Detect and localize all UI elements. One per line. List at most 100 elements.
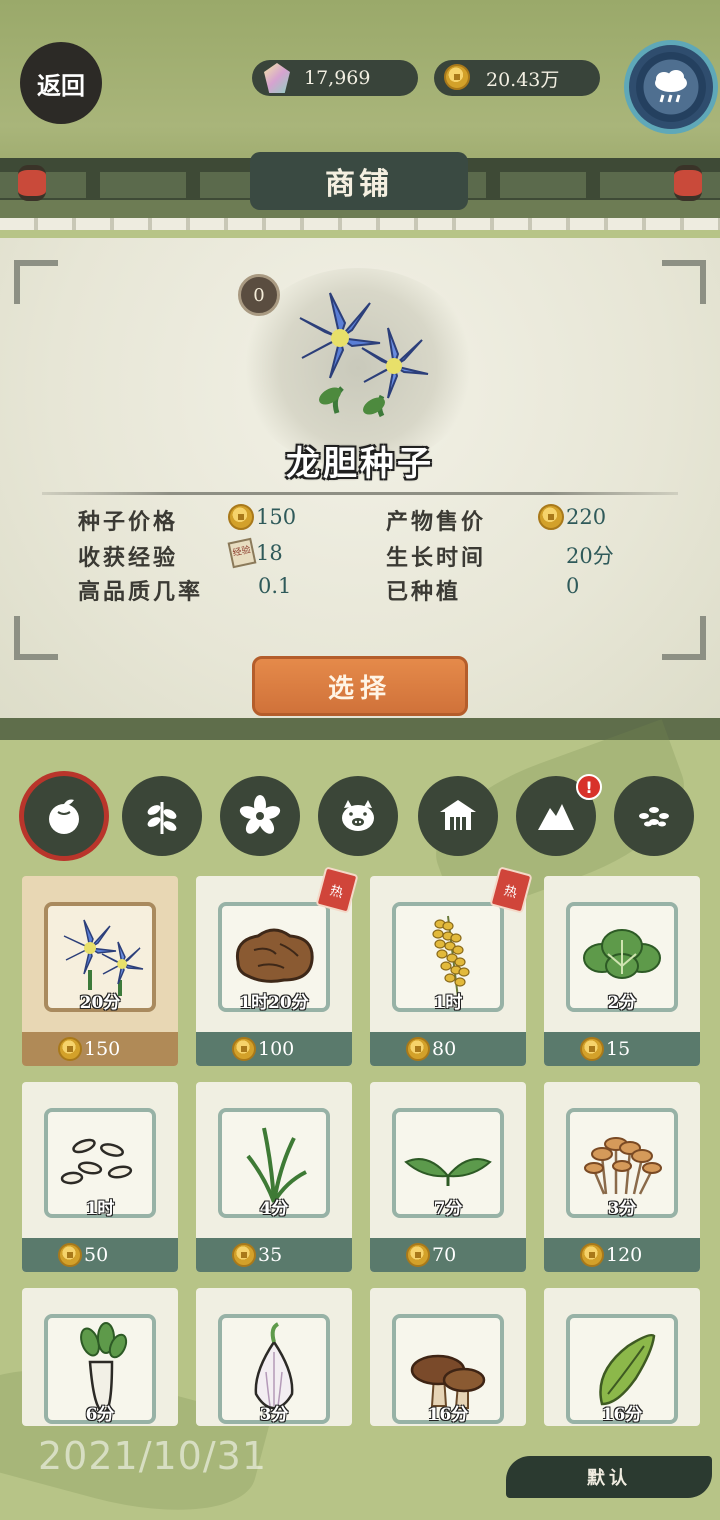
price-value: 15 — [606, 1038, 631, 1060]
sell-price-value: 220 — [566, 505, 607, 529]
white-radish-icon — [80, 1322, 128, 1412]
corner-ornament — [662, 260, 706, 304]
house-icon — [440, 800, 476, 830]
gem-icon — [264, 63, 290, 93]
tab-livestock[interactable] — [318, 776, 398, 856]
pea-pod-icon — [599, 1333, 656, 1406]
coin-count: 20.43万 — [486, 68, 560, 91]
coin-icon — [444, 64, 470, 90]
tab-seeds[interactable] — [614, 776, 694, 856]
coin-counter: 20.43万 — [434, 60, 600, 96]
weather-button[interactable] — [624, 40, 718, 134]
seed-price-value: 150 — [256, 505, 297, 529]
price-bar: 35 — [196, 1238, 352, 1272]
corner-ornament — [662, 616, 706, 660]
owned-count-badge: 0 — [238, 274, 280, 316]
fruit-icon — [49, 799, 79, 834]
price-bar: 15 — [544, 1032, 700, 1066]
stat-label-sell-price: 产物售价 — [386, 509, 487, 535]
pig-icon — [342, 800, 374, 831]
shop-item-card[interactable]: 7分 70 — [370, 1082, 526, 1272]
shop-item-card[interactable]: 16分 — [370, 1288, 526, 1426]
coin-icon — [58, 1243, 82, 1267]
coin-icon — [228, 504, 254, 530]
grow-time-label: 20分 — [79, 993, 121, 1013]
mountain-icon — [538, 804, 574, 830]
shop-item-card[interactable]: 3分 — [196, 1288, 352, 1426]
shop-item-card[interactable]: 2分 15 — [544, 876, 700, 1066]
enoki-mushrooms-icon — [584, 1137, 662, 1195]
page-title: 商铺 — [250, 152, 468, 210]
stat-value-seed-price: 150 — [228, 504, 296, 530]
gem-counter: 17,969 — [252, 60, 418, 96]
millet-icon — [432, 915, 470, 999]
price-value: 80 — [432, 1038, 457, 1060]
grass-sprout-icon — [246, 1127, 307, 1204]
coin-icon — [232, 1243, 256, 1267]
alert-badge: ! — [576, 774, 602, 800]
price-bar: 80 — [370, 1032, 526, 1066]
price-value: 100 — [258, 1038, 295, 1060]
gentian-flower-icon — [63, 919, 144, 996]
stat-label-seed-price: 种子价格 — [78, 509, 179, 535]
shop-item-card[interactable]: 6分 — [22, 1288, 178, 1426]
bok-choy-icon — [583, 929, 661, 979]
stat-label-quality-rate: 高品质几率 — [78, 579, 204, 605]
grow-time-label: 1时20分 — [239, 993, 309, 1013]
default-sort-button[interactable]: 默认 — [506, 1456, 712, 1498]
item-name: 龙胆种子 — [286, 444, 434, 484]
stat-label-planted: 已种植 — [386, 579, 462, 605]
herb-icon — [147, 802, 177, 834]
stat-value-sell-price: 220 — [538, 504, 606, 530]
lantern-left — [18, 165, 46, 201]
price-value: 70 — [432, 1244, 457, 1266]
grow-time-label: 3分 — [259, 1405, 289, 1425]
price-bar: 100 — [196, 1032, 352, 1066]
grow-time-label: 1时 — [85, 1199, 115, 1219]
select-button[interactable]: 选择 — [252, 656, 468, 716]
stat-label-harvest-exp: 收获经验 — [78, 545, 179, 571]
coin-icon — [538, 504, 564, 530]
stat-value-planted: 0 — [566, 574, 580, 598]
divider — [42, 492, 678, 495]
stat-value-quality-rate: 0.1 — [258, 574, 292, 598]
coin-icon — [406, 1037, 430, 1061]
seeds-icon — [639, 807, 669, 827]
garlic-icon — [254, 1322, 294, 1410]
stat-label-grow-time: 生长时间 — [386, 545, 487, 571]
shop-item-card[interactable]: 3分 120 — [544, 1082, 700, 1272]
shop-item-card[interactable]: 4分 35 — [196, 1082, 352, 1272]
coin-icon — [580, 1037, 604, 1061]
price-value: 50 — [84, 1244, 109, 1266]
grow-time-label: 16分 — [601, 1405, 643, 1425]
rice-grains-icon — [60, 1138, 133, 1185]
category-tabs — [0, 770, 720, 856]
coin-icon — [58, 1037, 82, 1061]
tab-flower[interactable] — [220, 776, 300, 856]
coin-icon — [406, 1243, 430, 1267]
tab-herb[interactable] — [122, 776, 202, 856]
corner-ornament — [14, 616, 58, 660]
grow-time-label: 7分 — [433, 1199, 463, 1219]
gem-count: 17,969 — [304, 67, 371, 89]
back-button[interactable]: 返回 — [20, 42, 102, 124]
harvest-exp-value: 18 — [256, 541, 283, 565]
tab-crop[interactable] — [24, 776, 104, 856]
shiitake-icon — [410, 1354, 486, 1409]
lantern-right — [674, 165, 702, 201]
price-bar: 50 — [22, 1238, 178, 1272]
shop-item-card[interactable]: 20分 150 — [22, 876, 178, 1066]
wall-tiles — [0, 218, 720, 230]
tea-leaves-icon — [404, 1158, 492, 1186]
hot-tag-icon: 热 — [315, 866, 359, 914]
grow-time-label: 6分 — [85, 1405, 115, 1425]
price-bar: 150 — [22, 1032, 178, 1066]
tab-building[interactable] — [418, 776, 498, 856]
flower-icon — [239, 795, 281, 834]
price-value: 120 — [606, 1244, 643, 1266]
corner-ornament — [14, 260, 58, 304]
grow-time-label: 16分 — [427, 1405, 469, 1425]
shop-item-card[interactable]: 16分 — [544, 1288, 700, 1426]
shop-item-card[interactable]: 1时 50 — [22, 1082, 178, 1272]
grow-time-label: 2分 — [607, 993, 637, 1013]
